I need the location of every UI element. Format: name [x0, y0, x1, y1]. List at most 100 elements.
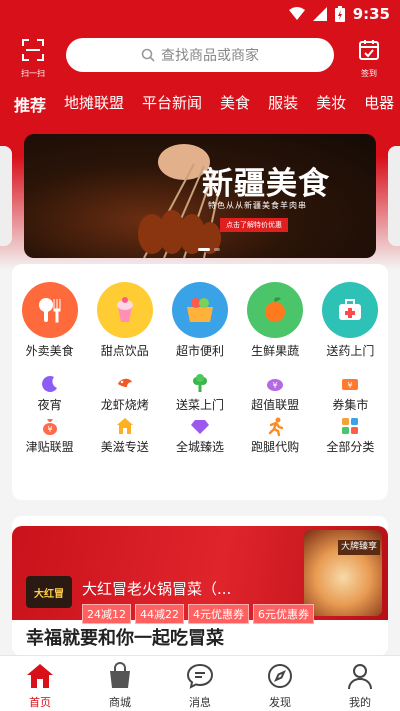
dessert-drink-icon [96, 282, 153, 338]
battery-icon [335, 6, 345, 22]
nav-label: 商城 [109, 696, 131, 709]
medicine-icon [322, 282, 379, 338]
nav-messages[interactable]: 消息 [160, 656, 240, 711]
status-time: 9:35 [352, 5, 390, 23]
sign-in-label: 签到 [361, 69, 377, 78]
category-label: 送菜上门 [175, 398, 224, 412]
category-label: 送药上门 [326, 344, 375, 358]
search-placeholder: 查找商品或商家 [161, 48, 259, 64]
section-title: 幸福就要和你一起吃冒菜 [26, 628, 224, 649]
wifi-icon [289, 7, 305, 20]
category-tabs: 推荐 地摊联盟 平台新闻 美食 服装 美妆 电器 [14, 92, 400, 122]
piggy-bank-icon: ¥ [264, 374, 286, 394]
diamond-icon [189, 416, 211, 436]
home-icon [24, 660, 56, 692]
category-grid: 外卖美食 甜点饮品 超市便利 生鲜果蔬 送药上门 夜宵 龙虾烧烤 送菜上门 ¥ … [12, 264, 388, 500]
svg-text:¥: ¥ [348, 381, 353, 390]
sub-category-row: 夜宵 龙虾烧烤 送菜上门 ¥ 超值联盟 ¥ 券集市 [12, 374, 388, 412]
grid-icon [339, 416, 361, 436]
category-errand[interactable]: 跑腿代购 [238, 416, 313, 454]
svg-text:¥: ¥ [47, 425, 52, 434]
tab-appliances[interactable]: 电器 [364, 92, 394, 122]
category-label: 津贴联盟 [25, 440, 74, 454]
main-categories: 外卖美食 甜点饮品 超市便利 生鲜果蔬 送药上门 [12, 282, 388, 359]
banner-pager [198, 248, 220, 251]
category-label: 跑腿代购 [251, 440, 300, 454]
category-value-alliance[interactable]: ¥ 超值联盟 [238, 374, 313, 412]
nav-mall[interactable]: 商城 [80, 656, 160, 711]
scan-button[interactable]: 扫一扫 [14, 38, 52, 79]
tab-street-vendor[interactable]: 地摊联盟 [64, 92, 124, 122]
lobster-icon [114, 374, 136, 394]
coupon-list: 24减12 44减22 4元优惠券 6元优惠券 [82, 604, 314, 624]
banner-title: 新疆美食 [202, 166, 330, 202]
nav-label: 消息 [189, 696, 211, 709]
category-supermarket[interactable]: 超市便利 [162, 282, 237, 359]
category-label: 全城臻选 [175, 440, 224, 454]
category-label: 全部分类 [326, 440, 375, 454]
category-coupon-market[interactable]: ¥ 券集市 [313, 374, 388, 412]
pager-dot [214, 248, 220, 251]
search-input[interactable]: 查找商品或商家 [66, 38, 334, 72]
nav-home[interactable]: 首页 [0, 656, 80, 711]
compass-icon [264, 660, 296, 692]
sub-categories: 夜宵 龙虾烧烤 送菜上门 ¥ 超值联盟 ¥ 券集市 ¥ 津贴联盟 美滋专送 全城… [12, 374, 388, 458]
nav-profile[interactable]: 我的 [320, 656, 400, 711]
vegetable-icon [189, 374, 211, 394]
category-meizi-delivery[interactable]: 美滋专送 [87, 416, 162, 454]
svg-text:¥: ¥ [273, 381, 278, 390]
category-label: 生鲜果蔬 [251, 344, 300, 358]
tab-clothing[interactable]: 服装 [268, 92, 298, 122]
category-subsidy-alliance[interactable]: ¥ 津贴联盟 [12, 416, 87, 454]
category-label: 龙虾烧烤 [100, 398, 149, 412]
category-city-select[interactable]: 全城臻选 [162, 416, 237, 454]
user-icon [344, 660, 376, 692]
money-bag-icon: ¥ [39, 416, 61, 436]
category-label: 甜点饮品 [100, 344, 149, 358]
shopping-bag-icon [104, 660, 136, 692]
category-dessert-drinks[interactable]: 甜点饮品 [87, 282, 162, 359]
status-icons [289, 6, 345, 22]
banner-prev-peek [0, 146, 12, 246]
calendar-check-icon [359, 40, 379, 60]
signal-icon [313, 7, 327, 21]
store-logo: 大红冒 [26, 576, 72, 608]
category-label: 外卖美食 [25, 344, 74, 358]
house-icon [114, 416, 136, 436]
fresh-produce-icon [247, 282, 304, 338]
scan-icon [22, 39, 44, 61]
category-lobster-bbq[interactable]: 龙虾烧烤 [87, 374, 162, 412]
tab-recommend[interactable]: 推荐 [14, 92, 46, 122]
nav-label: 发现 [269, 696, 291, 709]
category-label: 夜宵 [37, 398, 62, 412]
category-label: 超值联盟 [251, 398, 300, 412]
category-late-night[interactable]: 夜宵 [12, 374, 87, 412]
food-delivery-icon [21, 282, 78, 338]
store-name: 大红冒老火锅冒菜（... [82, 580, 232, 598]
moon-icon [39, 374, 61, 394]
category-vegetable-delivery[interactable]: 送菜上门 [162, 374, 237, 412]
tab-news[interactable]: 平台新闻 [142, 92, 202, 122]
coupon-tag: 24减12 [82, 604, 131, 624]
search-icon [141, 48, 155, 62]
tab-food[interactable]: 美食 [220, 92, 250, 122]
category-all[interactable]: 全部分类 [313, 416, 388, 454]
status-bar: 9:35 [0, 0, 400, 30]
store-card[interactable]: 大牌臻享 大红冒 大红冒老火锅冒菜（... 24减12 44减22 4元优惠券 … [12, 516, 388, 656]
category-label: 美滋专送 [100, 440, 149, 454]
message-icon [184, 660, 216, 692]
nav-discover[interactable]: 发现 [240, 656, 320, 711]
pager-dot-active [198, 248, 210, 251]
category-food-delivery[interactable]: 外卖美食 [12, 282, 87, 359]
category-medicine[interactable]: 送药上门 [313, 282, 388, 359]
bottom-nav: 首页 商城 消息 发现 我的 [0, 655, 400, 711]
tab-makeup[interactable]: 美妆 [316, 92, 346, 122]
store-banner: 大牌臻享 大红冒 大红冒老火锅冒菜（... 24减12 44减22 4元优惠券 … [12, 526, 388, 624]
nav-label: 我的 [349, 696, 371, 709]
banner-subtitle: 特色从从新疆美食羊肉串 [208, 201, 307, 210]
category-fresh-produce[interactable]: 生鲜果蔬 [238, 282, 313, 359]
coupon-tag: 4元优惠券 [188, 604, 249, 624]
banner-cta-button[interactable]: 点击了解特价优惠 [220, 218, 288, 232]
sign-in-button[interactable]: 签到 [350, 38, 388, 79]
promo-banner[interactable]: 新疆美食 特色从从新疆美食羊肉串 点击了解特价优惠 [24, 134, 376, 258]
